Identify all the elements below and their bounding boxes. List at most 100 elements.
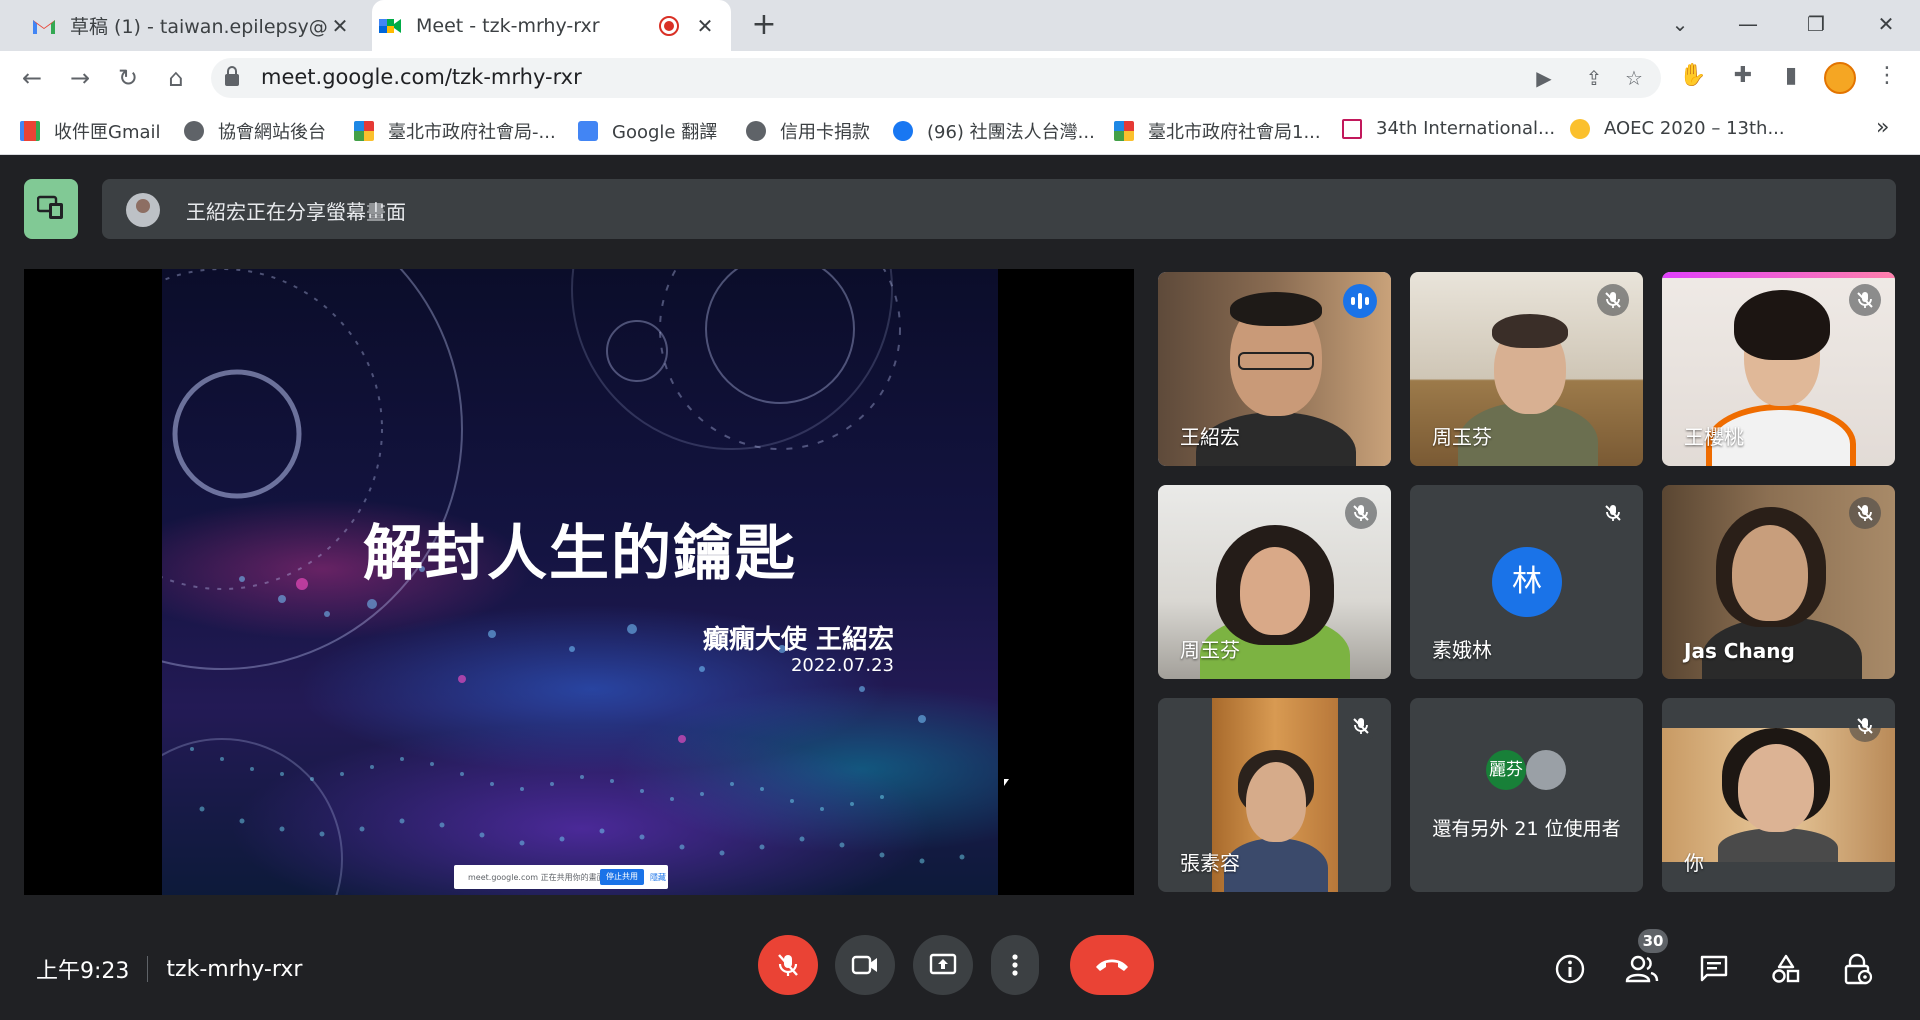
reload-icon[interactable]: ↻	[112, 62, 144, 94]
presenting-text: 王紹宏正在分享螢幕畫面	[186, 200, 406, 224]
microphone-toggle-button[interactable]	[758, 935, 818, 995]
participant-tile[interactable]: Jas Chang	[1662, 485, 1895, 679]
bookmark-item[interactable]: AOEC 2020 – 13th...	[1570, 118, 1785, 139]
bookmark-label: 臺北市政府社會局1...	[1148, 122, 1321, 143]
slide-title: 解封人生的鑰匙	[363, 519, 797, 589]
meet-area: 王紹宏正在分享螢幕畫面 解封人生的鑰匙 癲癇大使 王紹宏 2022.07.23 …	[0, 155, 1920, 1020]
participant-tile[interactable]: 張素容	[1158, 698, 1391, 892]
conference-logo-icon	[1342, 118, 1362, 139]
tab-search-chevron-icon[interactable]: ⌄	[1660, 6, 1700, 42]
restore-icon[interactable]: ❐	[1796, 6, 1836, 42]
browser-toolbar: ← → ↻ ⌂ meet.google.com/tzk-mrhy-rxr ▶ ⇪…	[0, 51, 1920, 105]
tab-strip: 草稿 (1) - taiwan.epilepsy@gmail.com ✕ Mee…	[0, 0, 1920, 51]
extension-hand-icon[interactable]: ✋	[1678, 63, 1708, 88]
stop-sharing-button[interactable]: 停止共用	[600, 869, 644, 885]
extensions-puzzle-icon[interactable]: ✚	[1728, 63, 1758, 88]
forward-icon[interactable]: →	[64, 62, 96, 94]
shared-slide: 解封人生的鑰匙 癲癇大使 王紹宏 2022.07.23 meet.google.…	[162, 269, 998, 895]
side-panel-icon[interactable]: ▮	[1776, 63, 1806, 88]
close-tab-icon[interactable]: ✕	[693, 14, 717, 38]
new-tab-icon[interactable]: +	[749, 10, 779, 40]
presentation-toggle-button[interactable]	[24, 179, 78, 239]
others-count-text: 還有另外 21 位使用者	[1432, 818, 1621, 840]
participant-tile[interactable]: 周玉芬	[1410, 272, 1643, 466]
muted-mic-icon	[1597, 284, 1629, 316]
taipei-gov-icon	[354, 121, 374, 141]
bookmark-item[interactable]: 34th International...	[1342, 118, 1555, 139]
close-window-icon[interactable]: ✕	[1866, 6, 1906, 42]
bookmark-item[interactable]: (96) 社團法人台灣...	[893, 118, 1095, 144]
close-tab-icon[interactable]: ✕	[328, 14, 352, 38]
minimize-icon[interactable]: —	[1728, 6, 1768, 42]
glasses	[1238, 352, 1314, 370]
home-icon[interactable]: ⌂	[160, 62, 192, 94]
people-button[interactable]	[1622, 949, 1662, 989]
host-lock-icon	[1844, 953, 1873, 985]
meet-icon	[379, 18, 401, 33]
tab-title: 草稿 (1) - taiwan.epilepsy@gmail.com	[70, 16, 328, 38]
bookmark-item[interactable]: 協會網站後台	[184, 118, 326, 144]
tab-meet[interactable]: Meet - tzk-mrhy-rxr ✕	[372, 0, 731, 51]
hide-notice-link[interactable]: 隱藏	[650, 872, 666, 883]
bookmark-item[interactable]: 信用卡捐款	[746, 118, 870, 144]
participant-name: 周玉芬	[1432, 425, 1492, 449]
muted-mic-icon	[1345, 497, 1377, 529]
presenting-banner: 王紹宏正在分享螢幕畫面	[102, 179, 1896, 239]
meeting-controls-bar: 上午9:23 tzk-mrhy-rxr 30	[0, 925, 1920, 1020]
person-head	[1240, 547, 1310, 635]
participant-name: 王櫻桃	[1684, 425, 1744, 449]
back-icon[interactable]: ←	[16, 62, 48, 94]
share-icon[interactable]: ⇪	[1581, 66, 1607, 90]
tab-title: Meet - tzk-mrhy-rxr	[416, 14, 600, 37]
participant-tile[interactable]: 林 素娥林	[1410, 485, 1643, 679]
url-text: meet.google.com/tzk-mrhy-rxr	[261, 65, 582, 89]
participant-name: 素娥林	[1432, 638, 1492, 662]
browser-menu-icon[interactable]: ⋮	[1872, 63, 1902, 88]
people-count-badge: 30	[1638, 929, 1668, 953]
presentation-stage[interactable]: 解封人生的鑰匙 癲癇大使 王紹宏 2022.07.23 meet.google.…	[24, 269, 1134, 895]
host-controls-button[interactable]	[1838, 949, 1878, 989]
others-photo-avatar	[1526, 750, 1566, 790]
tab-gmail[interactable]: 草稿 (1) - taiwan.epilepsy@gmail.com ✕	[26, 0, 366, 51]
participant-tile[interactable]: 周玉芬	[1158, 485, 1391, 679]
camera-toggle-button[interactable]	[835, 935, 895, 995]
bookmarks-overflow-icon[interactable]: »	[1876, 115, 1889, 140]
bookmark-label: AOEC 2020 – 13th...	[1604, 118, 1785, 139]
bookmark-item[interactable]: Google 翻譯	[578, 118, 717, 144]
profile-avatar[interactable]	[1824, 62, 1856, 94]
meeting-details-button[interactable]	[1550, 949, 1590, 989]
separator	[147, 956, 149, 982]
info-icon	[1555, 954, 1585, 984]
bookmark-label: 34th International...	[1376, 118, 1556, 139]
bookmark-star-icon[interactable]: ☆	[1621, 66, 1647, 90]
leave-call-button[interactable]	[1070, 935, 1154, 995]
people-icon	[1625, 955, 1659, 983]
participant-name: 張素容	[1180, 851, 1240, 875]
address-bar[interactable]: meet.google.com/tzk-mrhy-rxr ▶ ⇪ ☆	[211, 58, 1661, 98]
facebook-icon	[893, 121, 913, 141]
activities-button[interactable]	[1766, 949, 1806, 989]
bookmark-item[interactable]: 收件匣Gmail	[20, 118, 161, 144]
meeting-code: tzk-mrhy-rxr	[166, 956, 303, 982]
participant-tile[interactable]: 王紹宏	[1158, 272, 1391, 466]
speaking-indicator-icon	[1343, 284, 1377, 318]
camera-in-use-icon[interactable]: ▶	[1531, 66, 1557, 90]
recording-icon	[659, 15, 679, 36]
person-hair	[1734, 290, 1830, 360]
participant-tile[interactable]: 王櫻桃	[1662, 272, 1895, 466]
participant-initial-avatar: 林	[1492, 547, 1562, 617]
lock-icon[interactable]	[225, 66, 239, 86]
participant-tile[interactable]: 你	[1662, 698, 1895, 892]
others-tile[interactable]: 麗芬 還有另外 21 位使用者	[1410, 698, 1643, 892]
bookmark-item[interactable]: 臺北市政府社會局1...	[1114, 118, 1321, 144]
tile-top-edge	[1662, 272, 1895, 278]
more-options-button[interactable]	[991, 935, 1039, 995]
person-hair	[1230, 292, 1322, 326]
meeting-time: 上午9:23	[36, 959, 130, 984]
present-now-button[interactable]	[913, 935, 973, 995]
person-head	[1738, 744, 1814, 832]
meeting-info: 上午9:23 tzk-mrhy-rxr	[36, 953, 302, 985]
chat-button[interactable]	[1694, 949, 1734, 989]
bookmarks-bar: 收件匣Gmail 協會網站後台 臺北市政府社會局-... Google 翻譯 信…	[0, 105, 1920, 155]
bookmark-item[interactable]: 臺北市政府社會局-...	[354, 118, 556, 144]
